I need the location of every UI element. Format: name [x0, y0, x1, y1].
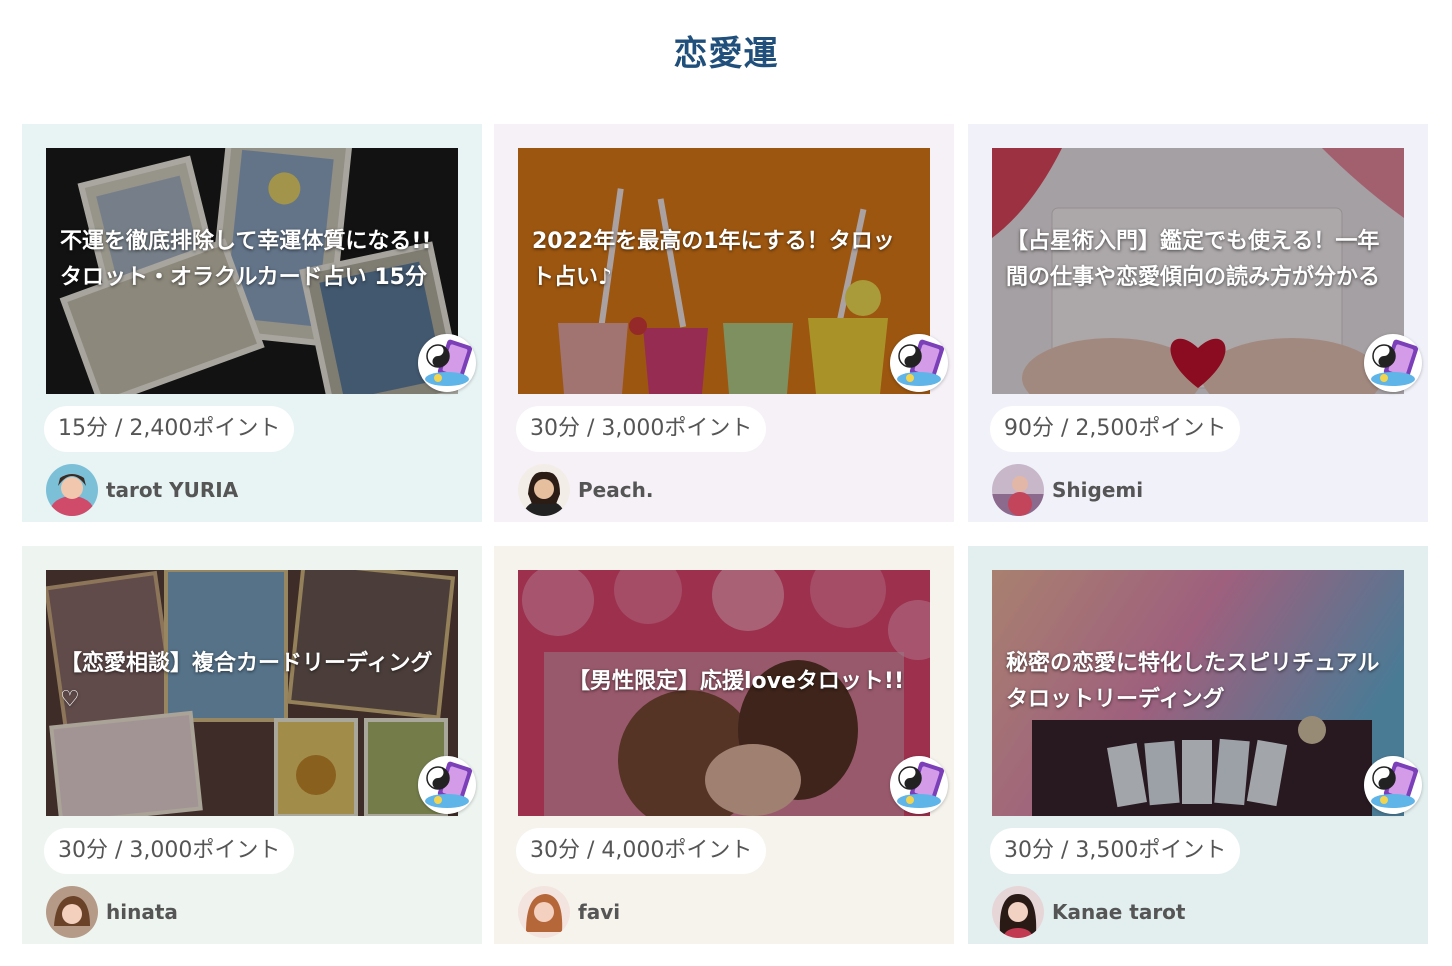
- author-name[interactable]: hinata: [106, 900, 178, 924]
- section-title: 恋愛運: [673, 34, 779, 74]
- lesson-card[interactable]: 【恋愛相談】複合カードリーディング♡ 30分 / 3,000ポイント hinat…: [22, 546, 482, 944]
- lesson-thumbnail[interactable]: 秘密の恋愛に特化したスピリチュアルタロットリーディング: [992, 570, 1404, 816]
- lesson-title: 不運を徹底排除して幸運体質になる!! タロット・オラクルカード占い 15分: [60, 229, 432, 290]
- yin-yang-tarot-badge-icon: [418, 334, 476, 392]
- lesson-card[interactable]: 【占星術入門】鑑定でも使える！一年間の仕事や恋愛傾向の読み方が分かる 90分 /…: [968, 124, 1428, 522]
- avatar[interactable]: [992, 886, 1044, 938]
- author-name[interactable]: tarot YURIA: [106, 478, 238, 502]
- lesson-thumbnail[interactable]: 不運を徹底排除して幸運体質になる!! タロット・オラクルカード占い 15分: [46, 148, 458, 394]
- lesson-card[interactable]: 不運を徹底排除して幸運体質になる!! タロット・オラクルカード占い 15分 15…: [22, 124, 482, 522]
- lesson-card[interactable]: 秘密の恋愛に特化したスピリチュアルタロットリーディング 30分 / 3,500ポ…: [968, 546, 1428, 944]
- author-name[interactable]: Shigemi: [1052, 478, 1143, 502]
- yin-yang-tarot-badge-icon: [1364, 756, 1422, 814]
- price-label: 15分 / 2,400ポイント: [44, 406, 295, 452]
- lesson-thumbnail[interactable]: 2022年を最高の1年にする！タロット占い♪: [518, 148, 930, 394]
- avatar[interactable]: [46, 886, 98, 938]
- lesson-title: 2022年を最高の1年にする！タロット占い♪: [532, 229, 895, 290]
- author-name[interactable]: favi: [578, 900, 620, 924]
- lesson-thumbnail[interactable]: 【占星術入門】鑑定でも使える！一年間の仕事や恋愛傾向の読み方が分かる: [992, 148, 1404, 394]
- avatar[interactable]: [518, 886, 570, 938]
- price-label: 30分 / 3,000ポイント: [516, 406, 767, 452]
- lesson-card[interactable]: 2022年を最高の1年にする！タロット占い♪ 30分 / 3,000ポイント P…: [494, 124, 954, 522]
- price-label: 90分 / 2,500ポイント: [990, 406, 1241, 452]
- lesson-title: 【恋愛相談】複合カードリーディング♡: [60, 651, 433, 712]
- lesson-card[interactable]: 【男性限定】応援loveタロット!! 30分 / 4,000ポイント favi: [494, 546, 954, 944]
- lesson-title: 秘密の恋愛に特化したスピリチュアルタロットリーディング: [1006, 651, 1380, 712]
- price-label: 30分 / 4,000ポイント: [516, 828, 767, 874]
- yin-yang-tarot-badge-icon: [1364, 334, 1422, 392]
- price-label: 30分 / 3,000ポイント: [44, 828, 295, 874]
- lesson-thumbnail[interactable]: 【男性限定】応援loveタロット!!: [518, 570, 930, 816]
- lesson-title: 【男性限定】応援loveタロット!!: [568, 669, 904, 694]
- avatar[interactable]: [518, 464, 570, 516]
- yin-yang-tarot-badge-icon: [418, 756, 476, 814]
- author-name[interactable]: Peach.: [578, 478, 653, 502]
- avatar[interactable]: [46, 464, 98, 516]
- lesson-title: 【占星術入門】鑑定でも使える！一年間の仕事や恋愛傾向の読み方が分かる: [1006, 229, 1381, 290]
- lesson-thumbnail[interactable]: 【恋愛相談】複合カードリーディング♡: [46, 570, 458, 816]
- yin-yang-tarot-badge-icon: [890, 334, 948, 392]
- avatar[interactable]: [992, 464, 1044, 516]
- yin-yang-tarot-badge-icon: [890, 756, 948, 814]
- price-label: 30分 / 3,500ポイント: [990, 828, 1241, 874]
- author-name[interactable]: Kanae tarot: [1052, 900, 1185, 924]
